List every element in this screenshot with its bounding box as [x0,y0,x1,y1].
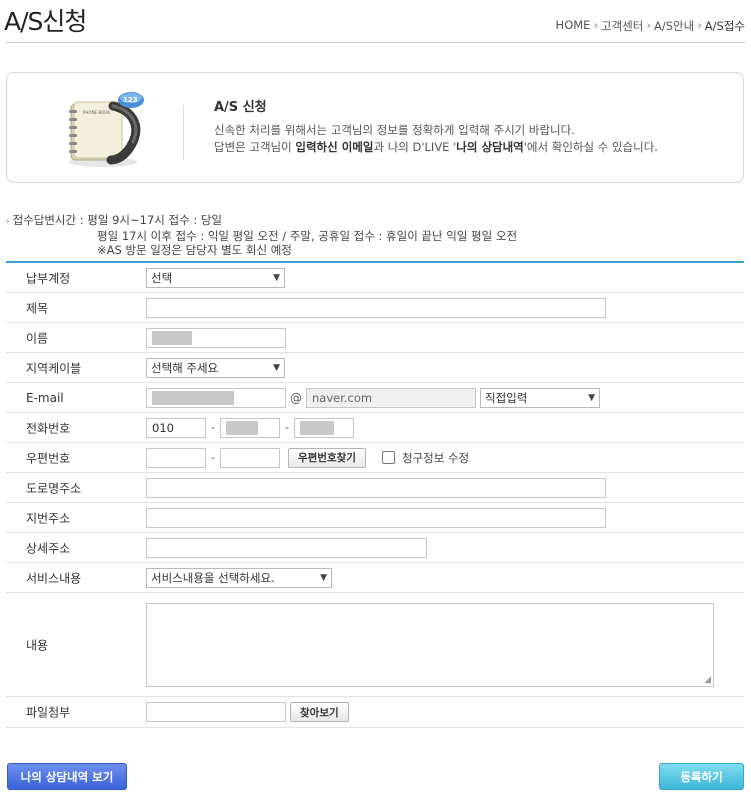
form-row-email: E-mail @ naver.com 직접입력 ▼ [6,383,744,413]
form-row-phone: 전화번호 010 - - [6,413,744,443]
notice-line: ※AS 방문 일정은 담당자 별도 회신 예정 [97,243,292,257]
page-title: A/S신청 [4,7,87,36]
chevron-down-icon: ▼ [588,392,595,403]
form-row-attachment: 파일첨부 찾아보기 [6,697,744,728]
account-label: 납부계정 [26,271,71,285]
breadcrumb-home[interactable]: HOME [556,18,591,34]
masked-value [152,330,192,345]
title-divider [6,42,745,43]
masked-value [225,420,258,435]
form-row-name: 이름 [6,323,744,353]
at-sign: @ [290,390,302,405]
resize-grip-icon[interactable]: ◢ [704,675,711,685]
phone-middle-input[interactable] [219,417,280,438]
intro-divider [183,105,184,160]
email-domain-select[interactable]: 직접입력 ▼ [480,387,600,408]
lot-address-input[interactable] [146,507,606,528]
phonebook-icon: PHONE BOOK 123 [69,92,144,167]
subject-input[interactable] [146,297,606,318]
service-label: 서비스내용 [26,571,82,585]
name-input[interactable] [146,327,286,348]
chevron-right-icon: › [646,18,651,32]
zipcode-second-input[interactable] [219,447,280,468]
email-id-input[interactable] [146,387,286,408]
badge-number: 123 [123,96,138,104]
account-select[interactable]: 선택 ▼ [146,267,285,288]
intro-description: 신속한 처리를 위해서는 고객님의 정보를 정확하게 입력해 주시기 바랍니다. [214,123,575,137]
form-row-detail-address: 상세주소 [6,533,744,563]
dash-separator: - [284,421,289,434]
dash-separator: - [211,421,215,434]
submit-button[interactable]: 등록하기 [659,763,744,790]
form-row-road-address: 도로명주소 [6,473,744,503]
lot-address-label: 지번주소 [26,511,71,525]
name-label: 이름 [26,331,49,345]
intro-title: A/S 신청 [214,100,267,115]
billing-info-checkbox[interactable] [381,451,395,464]
chevron-down-icon: ▼ [273,362,280,373]
intro-description-reply: 답변은 고객님이 입력하신 이메일과 나의 D'LIVE '나의 상담내역'에서… [214,140,658,154]
chevron-right-icon: › [593,18,599,32]
phone-last-input[interactable] [293,417,354,438]
region-label: 지역케이블 [26,361,82,375]
chevron-down-icon: ▼ [273,272,280,283]
form-row-account: 납부계정 선택 ▼ [6,263,744,293]
detail-address-input[interactable] [146,537,427,558]
road-address-input[interactable] [146,477,606,498]
reception-notice: › 접수답변시간 : 평일 9시~17시 접수 : 당일 평일 17시 이후 접수… [6,213,517,257]
region-select[interactable]: 선택해 주세요 ▼ [146,357,285,378]
email-label: E-mail [26,390,64,405]
breadcrumb-customer-center[interactable]: 고객센터 [601,18,643,34]
form-row-zipcode: 우편번호 - 우편번호찾기 청구정보 수정 [6,443,744,473]
breadcrumb-as-guide[interactable]: A/S안내 [654,18,694,34]
history-button[interactable]: 나의 상담내역 보기 [7,763,127,790]
masked-value [152,390,234,405]
attachment-input[interactable] [146,702,286,722]
form-row-service: 서비스내용 서비스내용을 선택하세요. ▼ [6,563,744,593]
notice-line: 평일 17시 이후 접수 : 익일 평일 오전 / 주말, 공휴일 접수 : 휴… [97,229,518,243]
zipcode-search-button[interactable]: 우편번호찾기 [287,447,366,468]
dash-separator: - [211,451,215,464]
content-label: 내용 [26,638,49,652]
service-select[interactable]: 서비스내용을 선택하세요. ▼ [146,567,332,588]
email-domain-input[interactable]: naver.com [306,387,476,408]
content-textarea[interactable]: ◢ [146,602,714,687]
chevron-down-icon: ▼ [320,572,327,583]
breadcrumb-current: A/S접수 [704,19,745,33]
browse-button[interactable]: 찾아보기 [290,702,349,722]
intro-box: PHONE BOOK 123 A/S 신청 신속한 처리를 위해서는 고객님의 … [6,72,744,183]
masked-value [299,420,334,435]
notice-line: 접수답변시간 : 평일 9시~17시 접수 : 당일 [12,213,222,227]
phone-label: 전화번호 [26,421,71,435]
billing-info-label[interactable]: 청구정보 수정 [402,450,469,466]
form-row-lot-address: 지번주소 [6,503,744,533]
form-row-subject: 제목 [6,293,744,323]
detail-address-label: 상세주소 [26,541,71,555]
phone-prefix-input[interactable]: 010 [146,417,206,438]
zipcode-first-input[interactable] [146,447,206,468]
road-address-label: 도로명주소 [26,481,82,495]
phonebook-icon-label: PHONE BOOK [83,110,110,115]
zipcode-label: 우편번호 [26,451,71,465]
chevron-right-icon: › [697,18,702,32]
as-request-form: 납부계정 선택 ▼ 제목 이름 지역케이블 선택해 주세요 ▼ E-mail @ n… [6,261,744,728]
attachment-label: 파일첨부 [26,705,71,720]
subject-label: 제목 [26,301,49,315]
form-row-content: 내용 ◢ [6,593,744,697]
breadcrumb: HOME › 고객센터 › A/S안내 › A/S접수 [556,18,745,34]
form-row-region: 지역케이블 선택해 주세요 ▼ [6,353,744,383]
bullet-icon: › [6,217,10,227]
